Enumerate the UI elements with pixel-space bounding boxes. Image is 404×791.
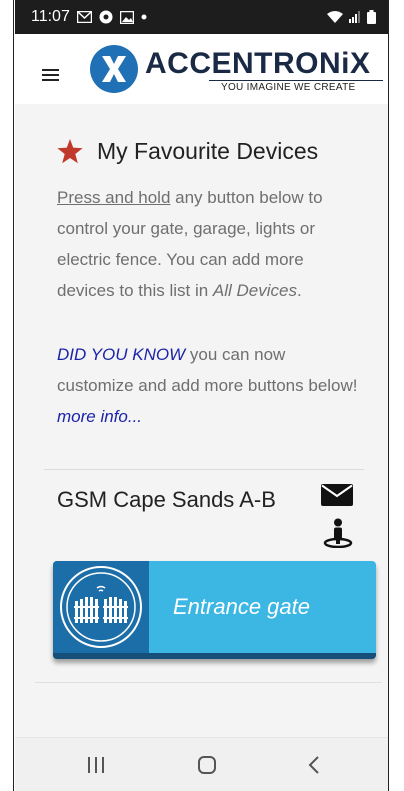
menu-icon[interactable]: [42, 69, 59, 81]
gmail-icon: [76, 11, 92, 23]
person-location-icon[interactable]: [323, 518, 353, 548]
dot-icon: [141, 14, 147, 20]
back-icon[interactable]: [308, 756, 320, 774]
screen: 11:07 ACCENTRONiX YOU IMAGINE WE CREATE …: [15, 0, 388, 791]
gate-icon: [60, 566, 142, 648]
brand-name: ACCENTRONiX: [145, 47, 371, 80]
logo-underline: [209, 80, 383, 81]
signal-icon: [349, 11, 360, 23]
star-icon: [57, 139, 83, 164]
brand-tagline: YOU IMAGINE WE CREATE: [221, 82, 356, 93]
chrome-icon: [99, 10, 113, 24]
more-info-link[interactable]: more info...: [57, 407, 142, 426]
home-icon[interactable]: [198, 756, 216, 774]
battery-icon: [367, 10, 376, 24]
status-bar: 11:07: [15, 0, 388, 34]
all-devices-link[interactable]: All Devices: [213, 281, 297, 300]
gate-button-shadow-strip: [53, 653, 376, 659]
envelope-icon[interactable]: [321, 484, 353, 506]
favourites-heading: My Favourite Devices: [57, 138, 318, 165]
android-nav-bar: [15, 737, 388, 791]
entrance-gate-button[interactable]: Entrance gate: [53, 561, 376, 659]
did-you-know-label: DID YOU KNOW: [57, 345, 186, 364]
divider: [35, 682, 382, 683]
wifi-icon: [327, 10, 343, 23]
favourites-intro: Press and hold any button below to contr…: [57, 182, 362, 306]
press-and-hold-text: Press and hold: [57, 188, 171, 207]
status-time: 11:07: [31, 8, 70, 25]
logo-x-icon: [90, 45, 138, 93]
intro-end: .: [297, 281, 302, 300]
divider: [44, 469, 364, 470]
gate-button-label: Entrance gate: [173, 594, 310, 619]
device-frame-right: [388, 0, 404, 791]
app-header: ACCENTRONiX YOU IMAGINE WE CREATE: [15, 34, 388, 104]
device-group-name: GSM Cape Sands A-B: [57, 487, 276, 512]
main-content: My Favourite Devices Press and hold any …: [15, 104, 388, 737]
phone: 11:07 ACCENTRONiX YOU IMAGINE WE CREATE …: [0, 0, 404, 791]
accentronix-logo: ACCENTRONiX YOU IMAGINE WE CREATE: [89, 44, 383, 96]
image-icon: [119, 10, 134, 24]
device-frame-left: [0, 0, 14, 791]
recent-apps-icon[interactable]: [88, 757, 106, 773]
did-you-know: DID YOU KNOW you can now customize and a…: [57, 339, 362, 432]
favourites-title: My Favourite Devices: [97, 138, 319, 164]
gate-icon-box: [53, 561, 149, 659]
